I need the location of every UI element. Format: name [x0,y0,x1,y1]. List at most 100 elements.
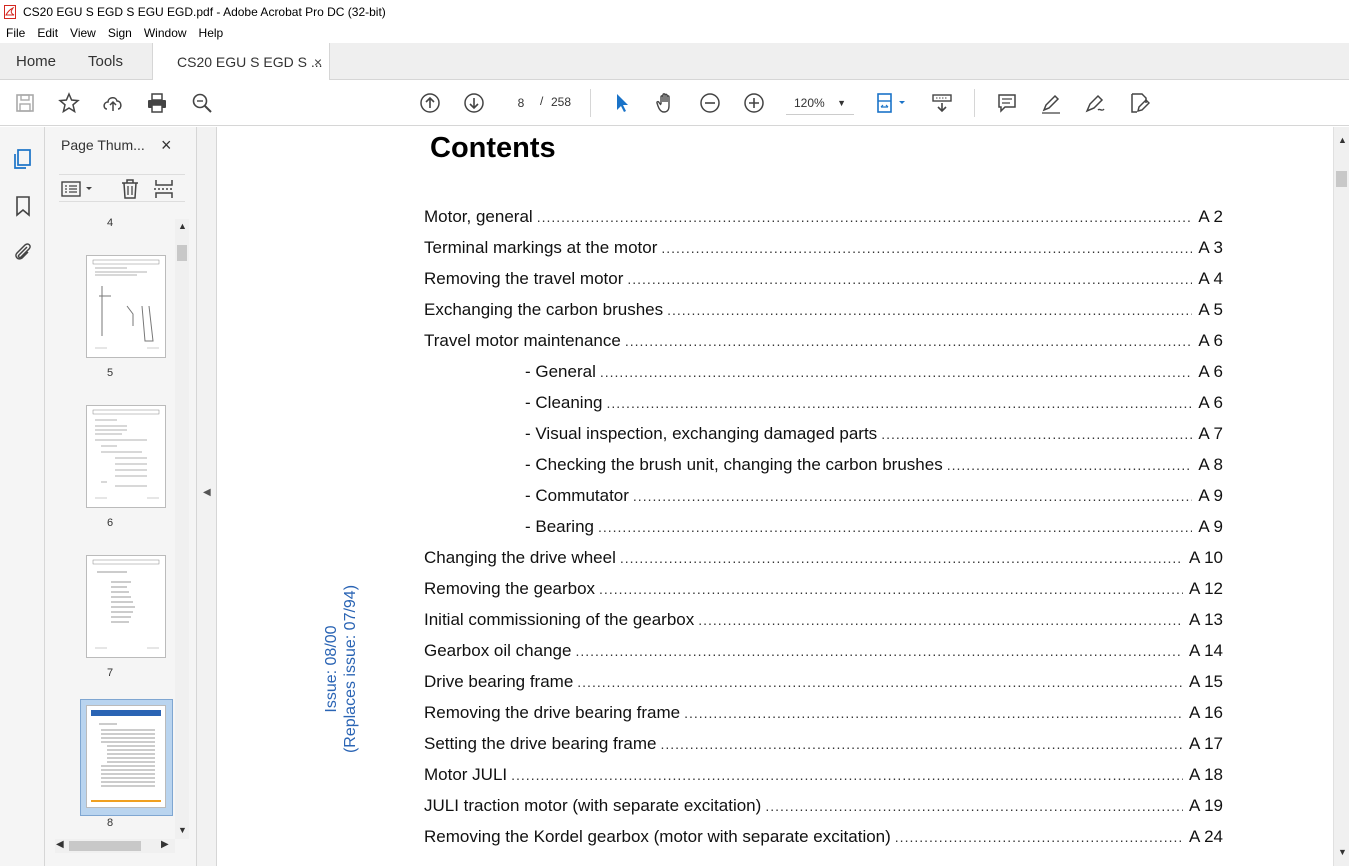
toc-leader-dots [600,364,1193,380]
page-thumbnail-selected[interactable] [86,705,166,808]
toc-entry[interactable]: - Checking the brush unit, changing the … [525,455,1223,477]
toc-entry[interactable]: JULI traction motor (with separate excit… [424,796,1223,818]
toc-entry[interactable]: - Visual inspection, exchanging damaged … [525,424,1223,446]
comment-icon[interactable] [995,91,1019,115]
highlight-pen-icon[interactable] [1039,91,1063,115]
close-panel-icon[interactable]: × [161,135,172,156]
hand-tool-icon[interactable] [654,91,678,115]
toc-entry[interactable]: Travel motor maintenance A 6 [424,331,1223,353]
document-view[interactable]: Contents Issue: 08/00 (Replaces issue: 0… [217,127,1333,866]
collapse-panel-icon[interactable]: ◀ [203,487,211,498]
toc-entry-label: Drive bearing frame [424,672,574,691]
menu-file[interactable]: File [6,26,25,40]
scroll-right-icon[interactable]: ▶ [161,839,169,850]
toc-entry-label: Removing the gearbox [424,579,596,598]
thumbnail-scrollbar[interactable]: ▲ ▼ [175,219,189,839]
close-tab-icon[interactable]: × [314,54,322,70]
toc-leader-dots [660,736,1182,752]
toc-entry-label: - Commutator [525,486,629,505]
toc-entry[interactable]: - Cleaning A 6 [525,393,1223,415]
toc-entry[interactable]: Exchanging the carbon brushes A 5 [424,300,1223,322]
zoom-in-icon[interactable] [742,91,766,115]
toc-leader-dots [667,302,1192,318]
toc-entry[interactable]: Initial commissioning of the gearbox A 1… [424,610,1223,632]
attachments-icon[interactable] [11,240,35,264]
toc-entry-page: A 15 [1188,672,1223,691]
toc-leader-dots [575,643,1183,659]
scroll-down-icon[interactable]: ▼ [178,825,187,835]
total-pages: 258 [551,95,572,109]
scrollbar-thumb[interactable] [1336,171,1347,187]
zoom-level-select[interactable]: 120% ▼ [786,91,854,115]
issue-date: Issue: 08/00 [323,625,340,713]
menu-sign[interactable]: Sign [108,26,132,40]
scroll-left-icon[interactable]: ◀ [56,839,64,850]
menu-help[interactable]: Help [199,26,224,40]
document-title: Contents [430,132,556,164]
toc-entry[interactable]: Terminal markings at the motor A 3 [424,238,1223,260]
menu-edit[interactable]: Edit [37,26,58,40]
page-thumbnail[interactable] [86,555,166,658]
panel-collapse-strip[interactable]: ◀ [197,127,217,866]
bookmarks-icon[interactable] [11,194,35,218]
scrollbar-thumb[interactable] [177,245,187,261]
search-zoom-icon[interactable] [190,91,214,115]
toc-entry-page: A 12 [1188,579,1223,598]
page-thumbnails-icon[interactable] [11,147,35,171]
thumbnail-tools [59,174,185,202]
tab-document[interactable]: CS20 EGU S EGD S ... × [152,43,330,81]
toc-entry[interactable]: Removing the Kordel gearbox (motor with … [424,827,1223,849]
toc-leader-dots [599,581,1183,597]
select-cursor-icon[interactable] [610,91,634,115]
print-icon[interactable] [145,91,169,115]
toc-entry-label: Terminal markings at the motor [424,238,658,257]
toc-entry-label: Removing the travel motor [424,269,624,288]
next-page-icon[interactable] [462,91,486,115]
toc-leader-dots [537,209,1193,225]
toc-entry[interactable]: Changing the drive wheel A 10 [424,548,1223,570]
upload-icon[interactable] [101,91,125,115]
toc-entry-label: Exchanging the carbon brushes [424,300,664,319]
previous-page-icon[interactable] [418,91,442,115]
toc-leader-dots [947,457,1193,473]
toc-entry[interactable]: Gearbox oil change A 14 [424,641,1223,663]
tab-tools[interactable]: Tools [88,43,123,80]
thumbnail-options-icon[interactable] [61,179,95,199]
toc-entry[interactable]: - General A 6 [525,362,1223,384]
menu-window[interactable]: Window [144,26,187,40]
thumbnail-horizontal-scrollbar[interactable]: ◀ ▶ [55,839,175,853]
scroll-mode-icon[interactable] [930,91,954,115]
bookmark-star-icon[interactable] [57,91,81,115]
toc-entry[interactable]: - Commutator A 9 [525,486,1223,508]
toolbar-divider [974,89,975,117]
toc-entry[interactable]: Setting the drive bearing frame A 17 [424,734,1223,756]
toc-entry-label: Motor, general [424,207,533,226]
toc-entry[interactable]: Removing the drive bearing frame A 16 [424,703,1223,725]
toc-entry[interactable]: Motor, general A 2 [424,207,1223,229]
delete-page-icon[interactable] [119,178,141,200]
toc-entry[interactable]: Motor JULI A 18 [424,765,1223,787]
zoom-out-icon[interactable] [698,91,722,115]
page-layout-icon[interactable] [153,178,175,200]
toc-leader-dots [895,829,1183,845]
toc-entry[interactable]: Removing the travel motor A 4 [424,269,1223,291]
page-thumbnail[interactable] [86,255,166,358]
tab-home[interactable]: Home [16,43,56,80]
edit-pdf-icon[interactable] [1127,91,1151,115]
sign-pen-icon[interactable] [1083,91,1107,115]
toc-entry[interactable]: Removing the gearbox A 12 [424,579,1223,601]
scroll-down-icon[interactable]: ▼ [1338,847,1347,857]
menu-view[interactable]: View [70,26,96,40]
save-icon[interactable] [13,91,37,115]
toc-entry[interactable]: Drive bearing frame A 15 [424,672,1223,694]
scrollbar-thumb[interactable] [69,841,141,851]
toc-leader-dots [881,426,1192,442]
page-number-input[interactable]: 8 [506,91,536,113]
scroll-up-icon[interactable]: ▲ [1338,135,1347,145]
toc-entry[interactable]: - Bearing A 9 [525,517,1223,539]
scroll-up-icon[interactable]: ▲ [178,221,187,231]
page-thumbnail[interactable] [86,405,166,508]
document-scrollbar[interactable]: ▲ ▼ [1333,127,1349,866]
issue-note: Issue: 08/00 (Replaces issue: 07/94) [312,569,372,769]
fit-page-icon[interactable] [874,91,910,115]
